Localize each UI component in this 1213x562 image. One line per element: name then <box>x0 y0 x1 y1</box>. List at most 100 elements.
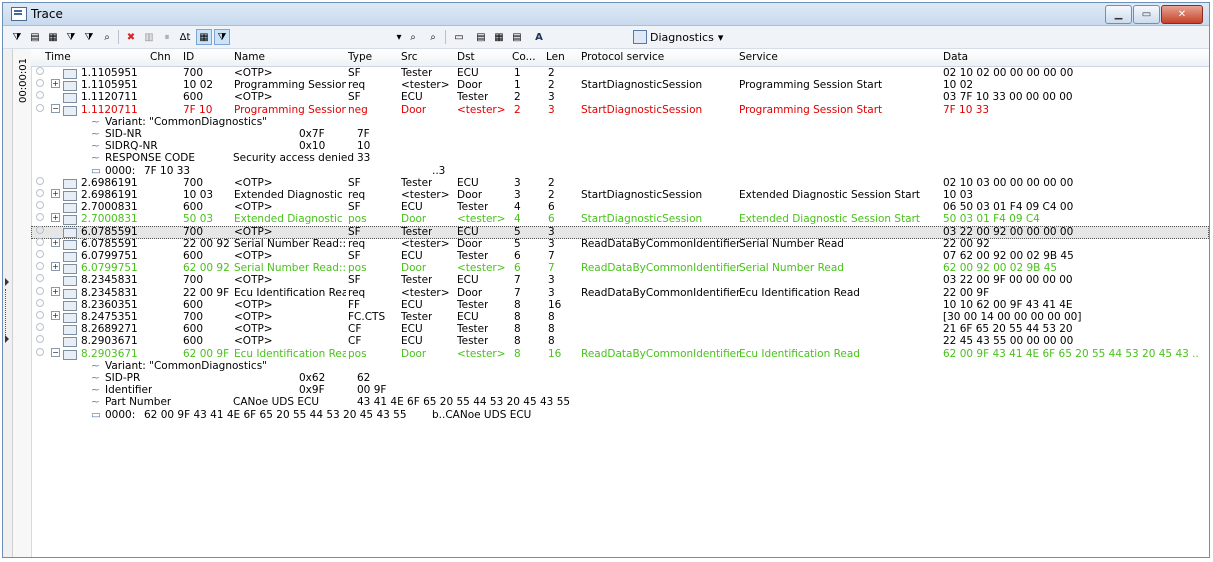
col-len[interactable]: Len <box>546 51 565 63</box>
cell-data: 21 6F 65 20 55 44 53 20 <box>943 323 1073 336</box>
collapse-icon[interactable]: − <box>51 103 60 113</box>
param-hex: 0x9F <box>299 384 325 397</box>
trace-row[interactable]: 2.700083 1 600 <OTP> SF ECU Tester 4 6 06 50 03 0… <box>31 201 1209 214</box>
trace-row[interactable]: 8.236035 1 600 <OTP> FF ECU Tester 8 16 10 10 62 … <box>31 298 1209 312</box>
cell-src: ECU <box>401 91 423 104</box>
trace-row[interactable]: − 1.1120711 7F 10 Programming Session ...ne… <box>31 103 1209 117</box>
trace-row[interactable]: 8.234583 1 700 <OTP> SF Tester ECU 7 3 03 22 00 9… <box>31 274 1209 287</box>
trace-row[interactable]: 8.268927 1 600 <OTP> CF ECU Tester 8 8 21 6F 65 2… <box>31 323 1209 336</box>
signal-wave-icon: ∼ <box>91 372 100 384</box>
col-time[interactable]: Time <box>45 51 71 63</box>
bookmark-marker[interactable] <box>36 91 44 100</box>
clear-icon[interactable]: ✖ <box>123 29 139 45</box>
bookmark-marker[interactable] <box>36 298 44 307</box>
trace-row[interactable]: 1.112071 1 600 <OTP> SF ECU Tester 2 3 03 7F 10 3… <box>31 91 1209 104</box>
bookmark-marker[interactable] <box>36 347 44 356</box>
bookmark-marker[interactable] <box>36 237 44 246</box>
bookmark-marker[interactable] <box>36 189 44 197</box>
cell-time: 6.078559 <box>81 225 132 238</box>
bookmark-marker[interactable] <box>36 286 44 295</box>
expand-icon[interactable]: + <box>51 262 60 272</box>
expand-icon[interactable]: + <box>51 189 60 198</box>
bookmark-marker[interactable] <box>36 79 44 88</box>
col-name[interactable]: Name <box>234 51 265 63</box>
find-next-icon[interactable]: ⌕ <box>425 29 441 45</box>
trace-grid[interactable]: Time Chn ID Name Type Src Dst Co... Len … <box>31 49 1209 557</box>
raw-ascii: ..3 <box>432 164 446 177</box>
chronological-mode-icon[interactable]: ▦ <box>45 29 61 45</box>
col-id[interactable]: ID <box>183 51 194 63</box>
col-co[interactable]: Co... <box>512 51 536 63</box>
cell-len: 3 <box>548 274 555 287</box>
bookmark-marker[interactable] <box>36 103 44 112</box>
side-splitter[interactable] <box>3 49 13 557</box>
bookmark-marker[interactable] <box>36 335 44 344</box>
cell-type: FC.CTS <box>348 311 386 323</box>
column-layout-icon[interactable]: ▭ <box>451 29 467 45</box>
bookmark-marker[interactable] <box>36 201 44 210</box>
font-icon[interactable]: A <box>531 29 547 45</box>
col-chn[interactable]: Chn <box>150 51 171 63</box>
time-mode-icon[interactable]: Δt <box>177 29 193 45</box>
col-protocol-service[interactable]: Protocol service <box>581 51 664 63</box>
export-icon[interactable]: ▤ <box>509 29 525 45</box>
maximize-button[interactable]: ▭ <box>1133 5 1160 24</box>
close-button[interactable]: ✕ <box>1161 5 1203 24</box>
diagnostics-menu[interactable]: Diagnostics ▾ <box>633 30 723 44</box>
trace-row[interactable]: +6.078559 1 22 00 92 Serial Number Read::..… <box>31 237 1209 251</box>
trace-row[interactable]: +2.700083 1 50 03 Extended Diagnostic ... po… <box>31 213 1209 226</box>
trace-row[interactable]: 8.290367 1 600 <OTP> CF ECU Tester 8 8 22 45 43 5… <box>31 335 1209 348</box>
bookmark-marker[interactable] <box>36 274 44 283</box>
column-header: Time Chn ID Name Type Src Dst Co... Len … <box>31 49 1209 67</box>
bookmark-marker[interactable] <box>36 311 44 319</box>
paste-icon[interactable]: ▦ <box>491 29 507 45</box>
copy-icon[interactable]: ▤ <box>473 29 489 45</box>
detail-view-icon[interactable]: ▦ <box>196 29 212 45</box>
expand-icon[interactable]: + <box>51 311 60 320</box>
minimize-button[interactable]: ▁ <box>1105 5 1132 24</box>
col-service[interactable]: Service <box>739 51 778 63</box>
bookmark-marker[interactable] <box>36 213 44 222</box>
expand-icon[interactable]: + <box>51 286 60 296</box>
col-dst[interactable]: Dst <box>457 51 475 63</box>
cell-dst: ECU <box>457 225 479 238</box>
trace-row[interactable]: 2.698619 1 700 <OTP> SF Tester ECU 3 2 02 10 03 0… <box>31 176 1209 190</box>
statistics-icon[interactable]: ⧩ <box>214 29 230 45</box>
expand-icon[interactable]: + <box>51 213 60 223</box>
cell-chn: 1 <box>131 67 138 79</box>
filter-config-icon[interactable]: ⧩ <box>81 29 97 45</box>
collapse-icon[interactable]: − <box>51 347 60 357</box>
bookmark-marker[interactable] <box>36 323 44 332</box>
trace-row[interactable]: 6.078559 1 700 <OTP> SF Tester ECU 5 3 03 22 00 9… <box>31 225 1209 239</box>
trace-row[interactable]: +1.110595110 02Programming Session ...re… <box>31 79 1209 92</box>
find-icon[interactable]: ⌕ <box>99 29 115 45</box>
bookmark-marker[interactable] <box>36 176 44 185</box>
col-src[interactable]: Src <box>401 51 418 63</box>
trace-row[interactable]: 6.079975 1 600 <OTP> SF ECU Tester 6 7 07 62 00 9… <box>31 250 1209 263</box>
trace-row[interactable]: +2.698619 1 10 03 Extended Diagnostic ... re… <box>31 189 1209 202</box>
trace-row[interactable]: +8.247535 1 700 <OTP> FC.CTS Tester ECU 8 8 [30 0… <box>31 311 1209 324</box>
col-data[interactable]: Data <box>943 51 968 63</box>
cell-type: CF <box>348 335 362 348</box>
trace-row[interactable]: − 8.290367 1 62 00 9F Ecu Identification Rea… <box>31 347 1209 361</box>
predefined-filter-icon[interactable]: ⧩ <box>63 29 79 45</box>
cell-dst: <tester> <box>457 103 506 116</box>
col-type[interactable]: Type <box>348 51 372 63</box>
expand-icon[interactable]: + <box>51 237 60 247</box>
trace-row[interactable]: 1.110595 1 700 <OTP> SF Tester ECU 1 2 02 10 02 0… <box>31 67 1209 80</box>
detach-icon[interactable]: ▥ <box>141 29 157 45</box>
bookmark-marker[interactable] <box>36 225 44 234</box>
overwrite-mode-icon[interactable]: ▤ <box>27 29 43 45</box>
binoculars-icon[interactable]: ⌕ <box>405 29 421 45</box>
trace-row[interactable]: +6.079975 1 62 00 92 Serial Number Read::..… <box>31 262 1209 275</box>
cell-src: ECU <box>401 250 423 262</box>
filter-icon[interactable]: ⧩ <box>9 29 25 45</box>
cell-data: 02 10 03 00 00 00 00 00 <box>943 176 1074 189</box>
pause-icon[interactable]: ⏸ <box>159 29 175 45</box>
expand-icon[interactable]: + <box>51 79 60 89</box>
cell-type: SF <box>348 225 361 238</box>
bookmark-marker[interactable] <box>36 67 44 75</box>
bookmark-marker[interactable] <box>36 262 44 271</box>
trace-row[interactable]: +8.234583 1 22 00 9F Ecu Identification Rea… <box>31 286 1209 300</box>
bookmark-marker[interactable] <box>36 250 44 258</box>
